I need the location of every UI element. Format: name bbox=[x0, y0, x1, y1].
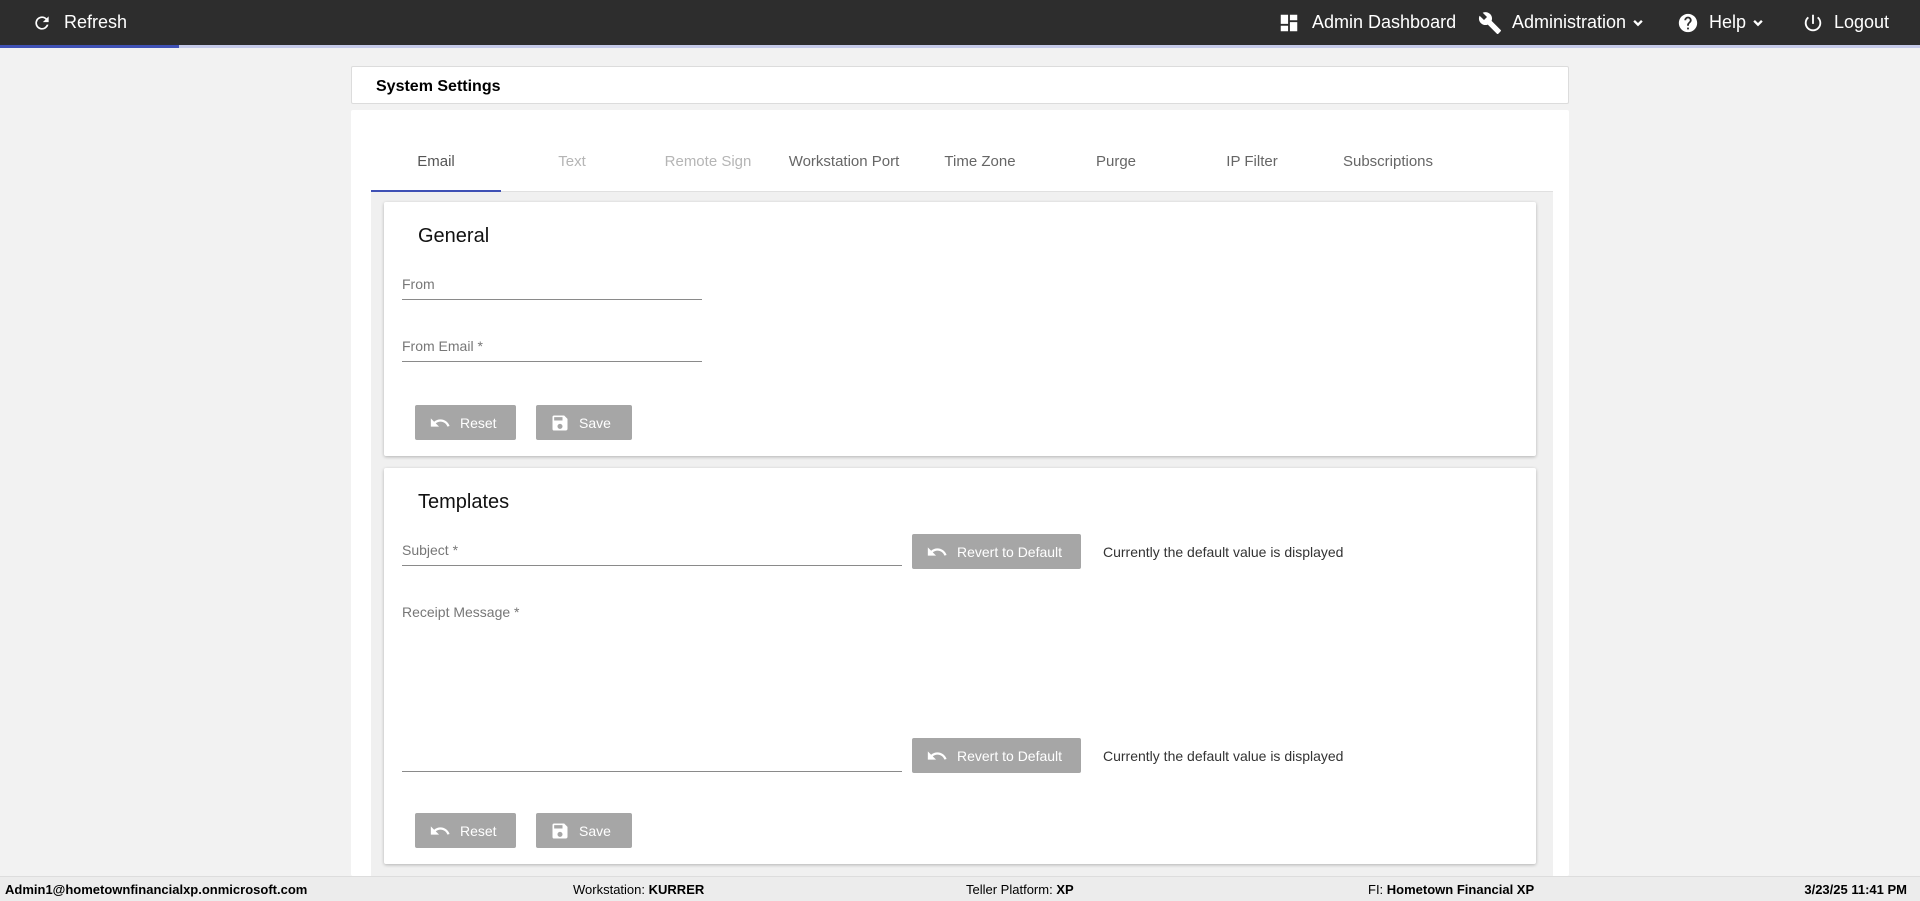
top-bar: Refresh Admin Dashboard Administration H… bbox=[0, 0, 1920, 45]
templates-section: Templates Subject * Revert to Default Cu… bbox=[384, 468, 1536, 864]
from-label: From bbox=[402, 276, 435, 292]
revert-label: Revert to Default bbox=[957, 747, 1063, 764]
from-field[interactable]: From bbox=[402, 276, 702, 300]
reset-label: Reset bbox=[460, 414, 497, 431]
logout-button[interactable]: Logout bbox=[1802, 0, 1889, 45]
workstation-value: KURRER bbox=[648, 882, 705, 897]
refresh-button[interactable]: Refresh bbox=[32, 0, 127, 45]
help-label: Help bbox=[1709, 12, 1747, 32]
undo-icon bbox=[429, 820, 451, 842]
fi-label: FI: bbox=[1368, 882, 1384, 897]
revert-label: Revert to Default bbox=[957, 543, 1063, 560]
from-email-label: From Email * bbox=[402, 338, 483, 354]
help-icon bbox=[1677, 12, 1699, 34]
tab-purge[interactable]: Purge bbox=[1051, 130, 1181, 192]
templates-reset-button[interactable]: Reset bbox=[415, 813, 516, 848]
from-email-field[interactable]: From Email * bbox=[402, 338, 702, 362]
power-icon bbox=[1802, 12, 1824, 34]
tab-content-area: General From From Email * Reset Save Tem… bbox=[371, 192, 1553, 876]
loading-progress-bar bbox=[0, 45, 1920, 48]
receipt-message-label: Receipt Message * bbox=[402, 604, 520, 620]
administration-label: Administration bbox=[1512, 12, 1627, 32]
subject-label: Subject * bbox=[402, 542, 459, 558]
general-save-button[interactable]: Save bbox=[536, 405, 632, 440]
receipt-revert-button[interactable]: Revert to Default bbox=[912, 738, 1081, 773]
subject-field[interactable]: Subject * bbox=[402, 542, 902, 566]
settings-panel: Email Text Remote Sign Workstation Port … bbox=[351, 110, 1569, 876]
save-label: Save bbox=[579, 822, 611, 839]
teller-platform-value: XP bbox=[1056, 882, 1074, 897]
save-label: Save bbox=[579, 414, 611, 431]
logout-label: Logout bbox=[1834, 12, 1890, 32]
general-title: General bbox=[418, 225, 490, 247]
status-teller-platform: Teller Platform: XP bbox=[966, 882, 1074, 897]
tab-subscriptions[interactable]: Subscriptions bbox=[1323, 130, 1453, 192]
undo-icon bbox=[926, 745, 948, 767]
page-header: System Settings bbox=[351, 66, 1569, 104]
chevron-down-icon bbox=[1630, 15, 1646, 31]
refresh-icon bbox=[32, 13, 52, 33]
settings-tabs: Email Text Remote Sign Workstation Port … bbox=[371, 130, 1553, 192]
help-menu[interactable]: Help bbox=[1677, 0, 1766, 45]
tab-workstation-port[interactable]: Workstation Port bbox=[779, 130, 909, 192]
general-section: General From From Email * Reset Save bbox=[384, 202, 1536, 456]
teller-platform-label: Teller Platform: bbox=[966, 882, 1053, 897]
receipt-default-note: Currently the default value is displayed bbox=[1103, 748, 1344, 764]
dashboard-icon bbox=[1278, 12, 1300, 34]
admin-dashboard-label: Admin Dashboard bbox=[1312, 12, 1457, 32]
templates-title: Templates bbox=[418, 491, 510, 513]
save-icon bbox=[550, 821, 570, 841]
page-title: System Settings bbox=[376, 78, 501, 95]
subject-default-note: Currently the default value is displayed bbox=[1103, 544, 1344, 560]
status-bar: Admin1@hometownfinancialxp.onmicrosoft.c… bbox=[0, 876, 1920, 901]
status-user: Admin1@hometownfinancialxp.onmicrosoft.c… bbox=[5, 882, 308, 897]
refresh-label: Refresh bbox=[64, 12, 128, 32]
tab-remote-sign[interactable]: Remote Sign bbox=[643, 130, 773, 192]
status-fi: FI: Hometown Financial XP bbox=[1368, 882, 1534, 897]
tab-time-zone[interactable]: Time Zone bbox=[915, 130, 1045, 192]
status-datetime: 3/23/25 11:41 PM bbox=[1804, 882, 1907, 897]
administration-menu[interactable]: Administration bbox=[1478, 0, 1646, 45]
chevron-down-icon bbox=[1750, 15, 1766, 31]
workstation-label: Workstation: bbox=[573, 882, 646, 897]
tab-text[interactable]: Text bbox=[507, 130, 637, 192]
tab-ip-filter[interactable]: IP Filter bbox=[1187, 130, 1317, 192]
general-reset-button[interactable]: Reset bbox=[415, 405, 516, 440]
receipt-message-field[interactable]: Receipt Message * bbox=[402, 604, 902, 772]
admin-dashboard-link[interactable]: Admin Dashboard bbox=[1278, 0, 1456, 45]
save-icon bbox=[550, 413, 570, 433]
reset-label: Reset bbox=[460, 822, 497, 839]
subject-revert-button[interactable]: Revert to Default bbox=[912, 534, 1081, 569]
undo-icon bbox=[926, 541, 948, 563]
loading-progress-fill bbox=[0, 45, 179, 48]
wrench-icon bbox=[1478, 11, 1502, 35]
undo-icon bbox=[429, 412, 451, 434]
status-workstation: Workstation: KURRER bbox=[573, 882, 704, 897]
templates-save-button[interactable]: Save bbox=[536, 813, 632, 848]
tab-email[interactable]: Email bbox=[371, 130, 501, 192]
fi-value: Hometown Financial XP bbox=[1386, 882, 1535, 897]
